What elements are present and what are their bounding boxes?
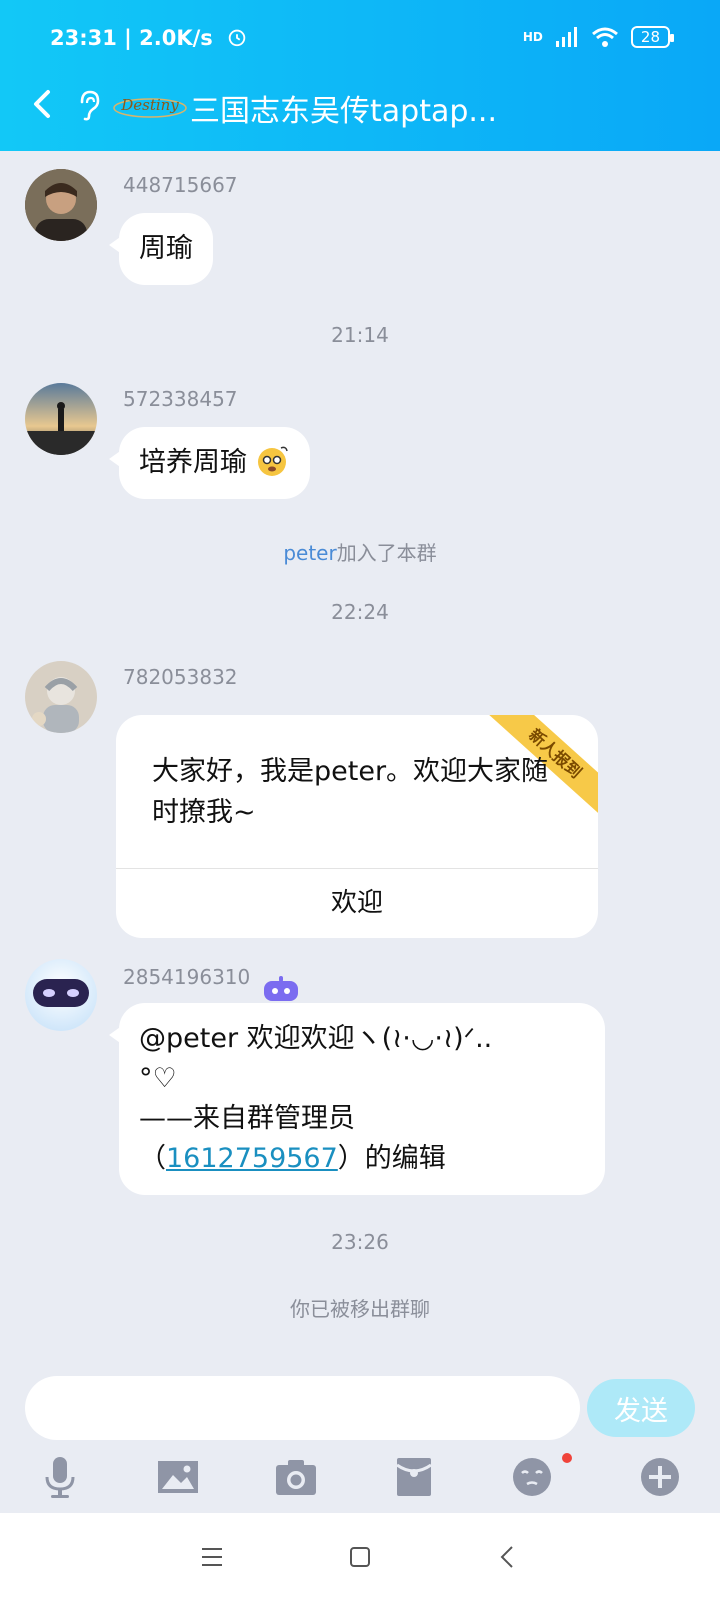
group-logo: Destiny <box>113 96 187 118</box>
microphone-icon[interactable] <box>38 1455 82 1499</box>
nav-back-icon[interactable] <box>490 1539 526 1575</box>
avatar-photo <box>25 169 97 241</box>
avatar[interactable] <box>25 383 97 455</box>
sender-name: 2854196310 <box>123 965 251 989</box>
message-line: °♡ <box>139 1063 177 1094</box>
image-icon[interactable] <box>156 1455 200 1499</box>
network-badge: HD <box>522 30 543 44</box>
sender-name: 782053832 <box>123 665 238 689</box>
avatar[interactable] <box>25 661 97 733</box>
red-packet-icon[interactable] <box>392 1455 436 1499</box>
message-line: （1612759567）的编辑 <box>139 1143 446 1174</box>
admin-id-link[interactable]: 1612759567 <box>166 1143 338 1174</box>
camera-icon[interactable] <box>274 1455 318 1499</box>
timestamp: 22:24 <box>331 600 389 624</box>
robot-badge-icon <box>264 976 298 1001</box>
back-arrow-icon[interactable] <box>24 82 64 126</box>
avatar-photo <box>25 383 97 455</box>
emoji-icon[interactable] <box>510 1455 554 1499</box>
status-bar: 23:31 | 2.0K/s HD 28 <box>0 22 720 58</box>
system-notice-name[interactable]: peter <box>283 541 336 565</box>
alarm-icon <box>228 29 246 47</box>
avatar[interactable] <box>25 169 97 241</box>
header: 23:31 | 2.0K/s HD 28 Destiny 三国志东吴传tapta… <box>0 0 720 151</box>
message-text: 培养周瑜 <box>139 447 247 478</box>
bot-avatar[interactable] <box>25 959 97 1031</box>
system-notice-text: 加入了本群 <box>336 541 437 565</box>
chat-area[interactable]: 448715667 周瑜 21:14 572338457 培养周瑜 peter加… <box>0 151 720 1371</box>
message-line: ——来自群管理员 <box>139 1103 355 1134</box>
send-button[interactable]: 发送 <box>587 1379 695 1437</box>
sender-name: 572338457 <box>123 387 238 411</box>
robot-avatar-icon <box>25 959 97 1031</box>
ear-icon[interactable] <box>74 88 104 122</box>
home-icon[interactable] <box>342 1539 378 1575</box>
new-member-card[interactable]: 新人报到 大家好，我是peter。欢迎大家随时撩我~ 欢迎 <box>116 715 598 938</box>
system-notice: peter加入了本群 <box>0 537 720 566</box>
system-notice: 你已被移出群聊 <box>290 1297 430 1321</box>
menu-icon[interactable] <box>194 1539 230 1575</box>
status-icons: HD 28 <box>522 26 675 48</box>
message-bubble[interactable]: @peter 欢迎欢迎ヽ(≀·◡·≀)ᐟ.. °♡ ——来自群管理员 （1612… <box>109 1003 605 1195</box>
message-input[interactable] <box>25 1376 580 1440</box>
timestamp: 21:14 <box>331 323 389 347</box>
message-bubble[interactable]: 周瑜 <box>109 213 213 285</box>
message-text: 周瑜 <box>139 233 193 264</box>
wifi-icon <box>591 27 618 47</box>
notification-dot <box>562 1453 572 1463</box>
welcome-button[interactable]: 欢迎 <box>116 869 598 938</box>
system-nav-bar <box>0 1513 720 1600</box>
dizzy-face-emoji-icon <box>257 446 288 476</box>
card-text: 大家好，我是peter。欢迎大家随时撩我~ <box>152 756 549 828</box>
plus-icon[interactable] <box>638 1455 682 1499</box>
message-bubble[interactable]: 培养周瑜 <box>109 427 310 499</box>
message-line: @peter 欢迎欢迎ヽ(≀·◡·≀)ᐟ.. <box>139 1023 493 1054</box>
timestamp: 23:26 <box>331 1230 389 1254</box>
battery-indicator: 28 <box>630 26 675 48</box>
title-bar: Destiny 三国志东吴传taptap... <box>0 80 720 130</box>
status-time: 23:31 | 2.0K/s <box>50 26 248 50</box>
input-area: 发送 <box>0 1371 720 1513</box>
signal-icon <box>555 27 577 47</box>
input-toolbar <box>0 1453 720 1503</box>
chat-title[interactable]: 三国志东吴传taptap... <box>190 86 497 130</box>
sender-name: 448715667 <box>123 173 238 197</box>
svg-text:Destiny: Destiny <box>120 96 179 114</box>
avatar-photo <box>25 661 97 733</box>
